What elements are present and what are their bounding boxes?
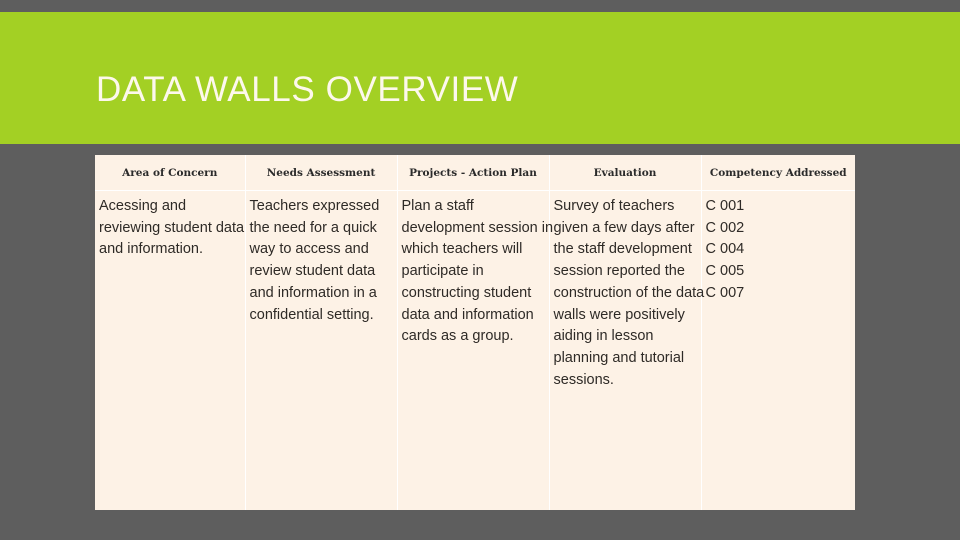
cell-needs-assessment: Teachers expressed the need for a quick … <box>245 190 398 510</box>
competency-code: C 005 <box>705 263 745 280</box>
column-header-needs-assessment: Needs Assessment <box>245 155 398 191</box>
table-header-row: Area of Concern Needs Assessment Project… <box>95 155 855 191</box>
cell-text-evaluation: Survey of teachers given a few days afte… <box>553 198 705 388</box>
cell-projects-action-plan: Plan a staff development session in whic… <box>397 190 553 510</box>
cell-text-competency-addressed: C 001 C 002 C 004 C 005 C 007 <box>706 196 856 305</box>
column-header-projects-action-plan: Projects - Action Plan <box>397 155 550 191</box>
title-band: DATA WALLS OVERVIEW <box>0 12 960 144</box>
page-title: DATA WALLS OVERVIEW <box>96 70 519 109</box>
cell-area-of-concern: Acessing and reviewing student data and … <box>95 190 246 510</box>
data-table: Area of Concern Needs Assessment Project… <box>95 155 855 510</box>
cell-text-projects-action-plan: Plan a staff development session in whic… <box>401 198 554 345</box>
column-header-area-of-concern: Area of Concern <box>95 155 246 191</box>
cell-text-area-of-concern: Acessing and reviewing student data and … <box>99 198 245 258</box>
column-header-evaluation: Evaluation <box>549 155 702 191</box>
competency-code: C 001 <box>705 198 745 214</box>
cell-competency-addressed: C 001 C 002 C 004 C 005 C 007 <box>701 190 856 510</box>
data-table-container: Area of Concern Needs Assessment Project… <box>95 155 855 510</box>
cell-text-needs-assessment: Teachers expressed the need for a quick … <box>249 198 380 323</box>
competency-code: C 004 <box>705 241 745 258</box>
table-row: Acessing and reviewing student data and … <box>95 190 856 510</box>
competency-code: C 002 <box>705 219 745 236</box>
cell-evaluation: Survey of teachers given a few days afte… <box>549 190 704 510</box>
competency-code: C 007 <box>705 284 745 301</box>
column-header-competency-addressed: Competency Addressed <box>701 155 855 191</box>
slide: DATA WALLS OVERVIEW Area of Concern Need… <box>0 0 960 540</box>
